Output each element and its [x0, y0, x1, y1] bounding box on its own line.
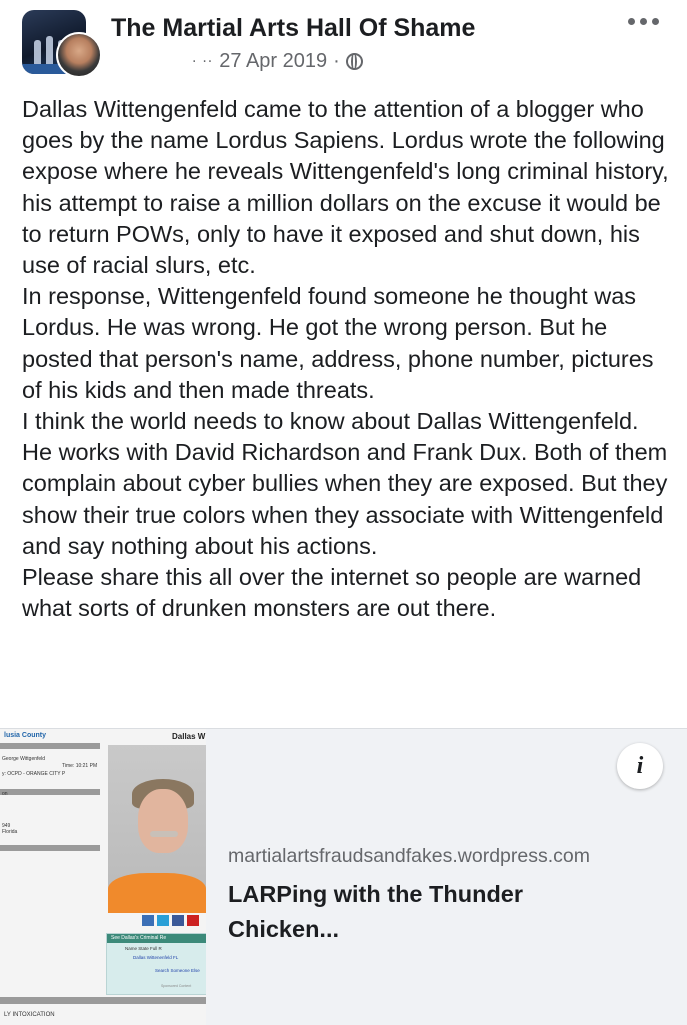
mugshot-image	[108, 745, 206, 913]
page-name[interactable]: The Martial Arts Hall Of Shame	[111, 14, 475, 43]
more-dot	[628, 18, 635, 25]
criminal-box-title: See Dallas's Criminal Re	[107, 934, 206, 943]
more-dot	[652, 18, 659, 25]
thumbnail-line: Florida	[2, 829, 18, 835]
author-hidden-indicator: ⋅ ⋅⋅	[192, 53, 214, 69]
thumbnail-share-icons	[142, 915, 199, 926]
post-paragraph: Please share this all over the internet …	[22, 564, 642, 622]
mugshot-moustache	[150, 831, 178, 837]
post-paragraph: I think the world needs to know about Da…	[22, 408, 668, 559]
page-avatar[interactable]	[22, 10, 102, 78]
thumbnail-line: Time: 10:21 PM	[62, 763, 98, 769]
thumbnail-bottom-text: LY INTOXICATION	[4, 1012, 55, 1018]
link-preview-card[interactable]: lusia County Dallas W George Wittgenfeld…	[0, 728, 687, 1025]
thumbnail-line: George Wittgenfeld	[2, 756, 46, 762]
post-date[interactable]: 27 Apr 2019	[219, 50, 327, 73]
link-domain[interactable]: martialartsfraudsandfakes.wordpress.com	[228, 845, 590, 868]
meta-separator: ·	[333, 50, 340, 72]
criminal-box-row: Dallas Wittenenfeld FL	[133, 955, 179, 960]
avatar-figure	[34, 40, 41, 66]
thumbnail-bar	[0, 845, 100, 851]
criminal-box-cols: Name State Full R	[125, 946, 162, 951]
criminal-box-link: Search Someone Else	[155, 968, 200, 973]
avatar-figure	[46, 36, 53, 66]
thumbnail-line: on	[2, 791, 8, 797]
post-meta: ⋅ ⋅⋅ 27 Apr 2019 ·	[192, 50, 363, 73]
email-icon	[142, 915, 154, 926]
info-icon[interactable]: i	[617, 743, 663, 789]
link-info-panel[interactable]: martialartsfraudsandfakes.wordpress.com …	[206, 729, 687, 1025]
more-options-icon[interactable]	[628, 18, 659, 25]
post-body: Dallas Wittengenfeld came to the attenti…	[22, 94, 672, 624]
thumbnail-name-header: Dallas W	[172, 732, 206, 741]
mugshot-face	[138, 789, 188, 853]
post-header: The Martial Arts Hall Of Shame ⋅ ⋅⋅ 27 A…	[0, 0, 687, 86]
link-thumbnail[interactable]: lusia County Dallas W George Wittgenfeld…	[0, 729, 207, 1025]
share-icon	[187, 915, 199, 926]
facebook-icon	[172, 915, 184, 926]
more-dot	[640, 18, 647, 25]
post-paragraph: Dallas Wittengenfeld came to the attenti…	[22, 96, 669, 279]
twitter-icon	[157, 915, 169, 926]
thumbnail-line: y: OCPD - ORANGE CITY P	[2, 771, 66, 777]
thumbnail-bar	[0, 743, 100, 749]
author-avatar	[56, 32, 102, 78]
thumbnail-bar	[0, 789, 100, 795]
thumbnail-county: lusia County	[4, 732, 47, 739]
link-title[interactable]: LARPing with the Thunder Chicken...	[228, 877, 628, 947]
globe-icon	[345, 53, 363, 70]
criminal-box-footer: Sponsored Content	[161, 984, 192, 988]
mugshot-shirt	[108, 873, 206, 913]
post-paragraph: In response, Wittengenfeld found someone…	[22, 283, 654, 403]
criminal-record-box: See Dallas's Criminal Re Name State Full…	[106, 933, 206, 995]
thumbnail-bar	[0, 997, 206, 1004]
